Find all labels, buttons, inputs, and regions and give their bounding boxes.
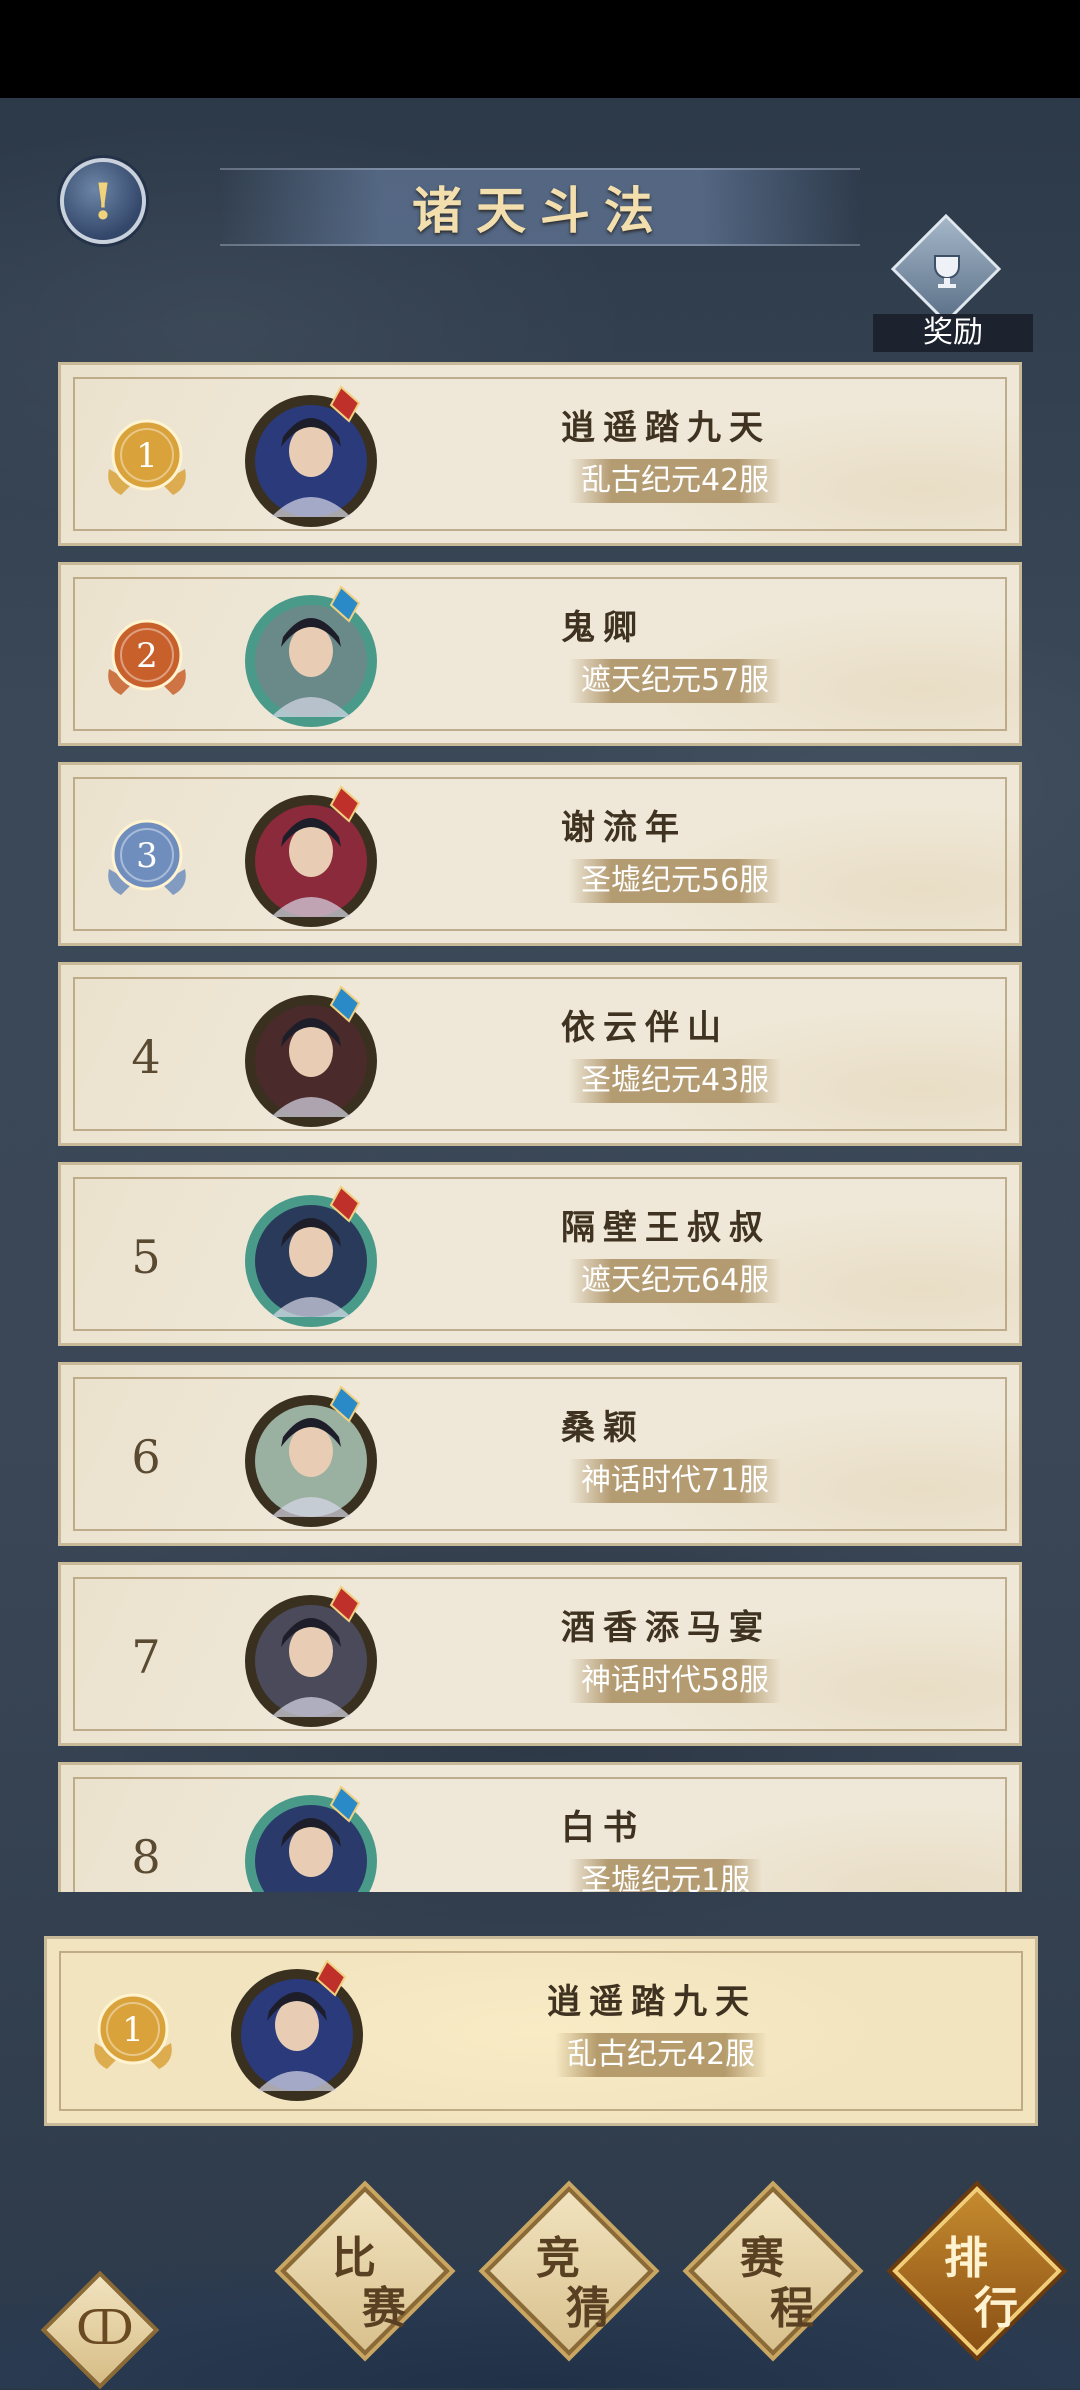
ranking-row[interactable]: 2 鬼卿 遮天纪元57服 <box>58 562 1022 746</box>
player-avatar[interactable] <box>231 777 391 937</box>
rank-number: 4 <box>131 1030 161 1084</box>
ranking-row[interactable]: 3 谢流年 圣墟纪元56服 <box>58 762 1022 946</box>
ranking-row[interactable]: 7 酒香添马宴 神话时代58服 <box>58 1562 1022 1746</box>
exclamation-icon: ! <box>92 171 114 231</box>
status-bar <box>0 0 1080 98</box>
player-avatar[interactable] <box>231 1577 391 1737</box>
player-server: 神话时代58服 <box>569 1659 782 1703</box>
player-server: 遮天纪元57服 <box>569 659 782 703</box>
nav-tab-1[interactable]: 比 赛 <box>280 2186 450 2356</box>
my-rank-row[interactable]: 1 逍遥踏九天 乱古纪元42服 <box>44 1936 1038 2126</box>
player-server: 神话时代71服 <box>569 1459 782 1503</box>
ranking-row[interactable]: 1 逍遥踏九天 乱古纪元42服 <box>58 362 1022 546</box>
medal-number: 3 <box>136 836 158 876</box>
page-title: 诸天斗法 <box>412 181 668 240</box>
player-server: 遮天纪元64服 <box>569 1259 782 1303</box>
player-avatar[interactable] <box>231 577 391 737</box>
ranking-row[interactable]: 5 隔壁王叔叔 遮天纪元64服 <box>58 1162 1022 1346</box>
bottom-nav: 比 赛 竞 猜 赛 程 排 行 <box>0 2150 1080 2388</box>
nav-tab-char-2: 行 <box>974 2283 1018 2334</box>
reward-button[interactable]: 奖励 <box>873 213 1033 354</box>
player-server: 圣墟纪元43服 <box>569 1059 782 1103</box>
player-name: 逍遥踏九天 <box>561 408 771 448</box>
info-button[interactable]: ! <box>60 158 146 244</box>
medal-number: 2 <box>136 636 158 676</box>
player-server: 圣墟纪元56服 <box>569 859 782 903</box>
nav-tab-4[interactable]: 排 行 <box>892 2186 1062 2356</box>
player-avatar[interactable] <box>231 977 391 1137</box>
nav-tab-3[interactable]: 赛 程 <box>688 2186 858 2356</box>
player-name: 酒香添马宴 <box>561 1608 771 1648</box>
title-banner: 诸天斗法 <box>220 168 860 246</box>
player-name: 隔壁王叔叔 <box>561 1208 771 1248</box>
nav-tab-2[interactable]: 竞 猜 <box>484 2186 654 2356</box>
player-name: 依云伴山 <box>561 1008 729 1048</box>
player-server: 乱古纪元42服 <box>555 2033 768 2077</box>
ranking-list[interactable]: 1 逍遥踏九天 乱古纪元42服 2 鬼卿 遮天纪元57服 3 谢流年 圣墟纪元5… <box>56 362 1024 1892</box>
player-name: 鬼卿 <box>561 608 645 648</box>
player-name: 逍遥踏九天 <box>547 1982 757 2022</box>
reward-label: 奖励 <box>873 314 1033 352</box>
nav-tab-char-2: 赛 <box>362 2283 406 2334</box>
player-avatar[interactable] <box>217 1951 377 2111</box>
player-name: 桑颖 <box>561 1408 645 1448</box>
rank-number: 6 <box>131 1430 161 1484</box>
player-name: 白书 <box>561 1808 645 1848</box>
rank-number: 5 <box>131 1230 161 1284</box>
player-avatar[interactable] <box>231 1177 391 1337</box>
trophy-icon <box>925 250 969 294</box>
ranking-row[interactable]: 8 白书 圣墟纪元1服 <box>58 1762 1022 1892</box>
ranking-row[interactable]: 4 依云伴山 圣墟纪元43服 <box>58 962 1022 1146</box>
rank-medal-icon: 2 <box>99 609 195 705</box>
player-avatar[interactable] <box>231 377 391 537</box>
rank-medal-icon: 3 <box>99 809 195 905</box>
rank-number: 8 <box>131 1830 161 1884</box>
nav-tab-char-2: 猜 <box>566 2283 610 2334</box>
nav-tab-char-2: 程 <box>770 2283 814 2334</box>
player-avatar[interactable] <box>231 1377 391 1537</box>
player-server: 圣墟纪元1服 <box>569 1859 763 1892</box>
rank-medal-icon: 1 <box>99 409 195 505</box>
player-avatar[interactable] <box>231 1777 391 1892</box>
rank-medal-icon: 1 <box>85 1983 181 2079</box>
ranking-row[interactable]: 6 桑颖 神话时代71服 <box>58 1362 1022 1546</box>
player-server: 乱古纪元42服 <box>569 459 782 503</box>
medal-number: 1 <box>136 436 158 476</box>
player-name: 谢流年 <box>561 808 687 848</box>
rank-number: 7 <box>131 1630 161 1684</box>
medal-number: 1 <box>122 2010 144 2050</box>
